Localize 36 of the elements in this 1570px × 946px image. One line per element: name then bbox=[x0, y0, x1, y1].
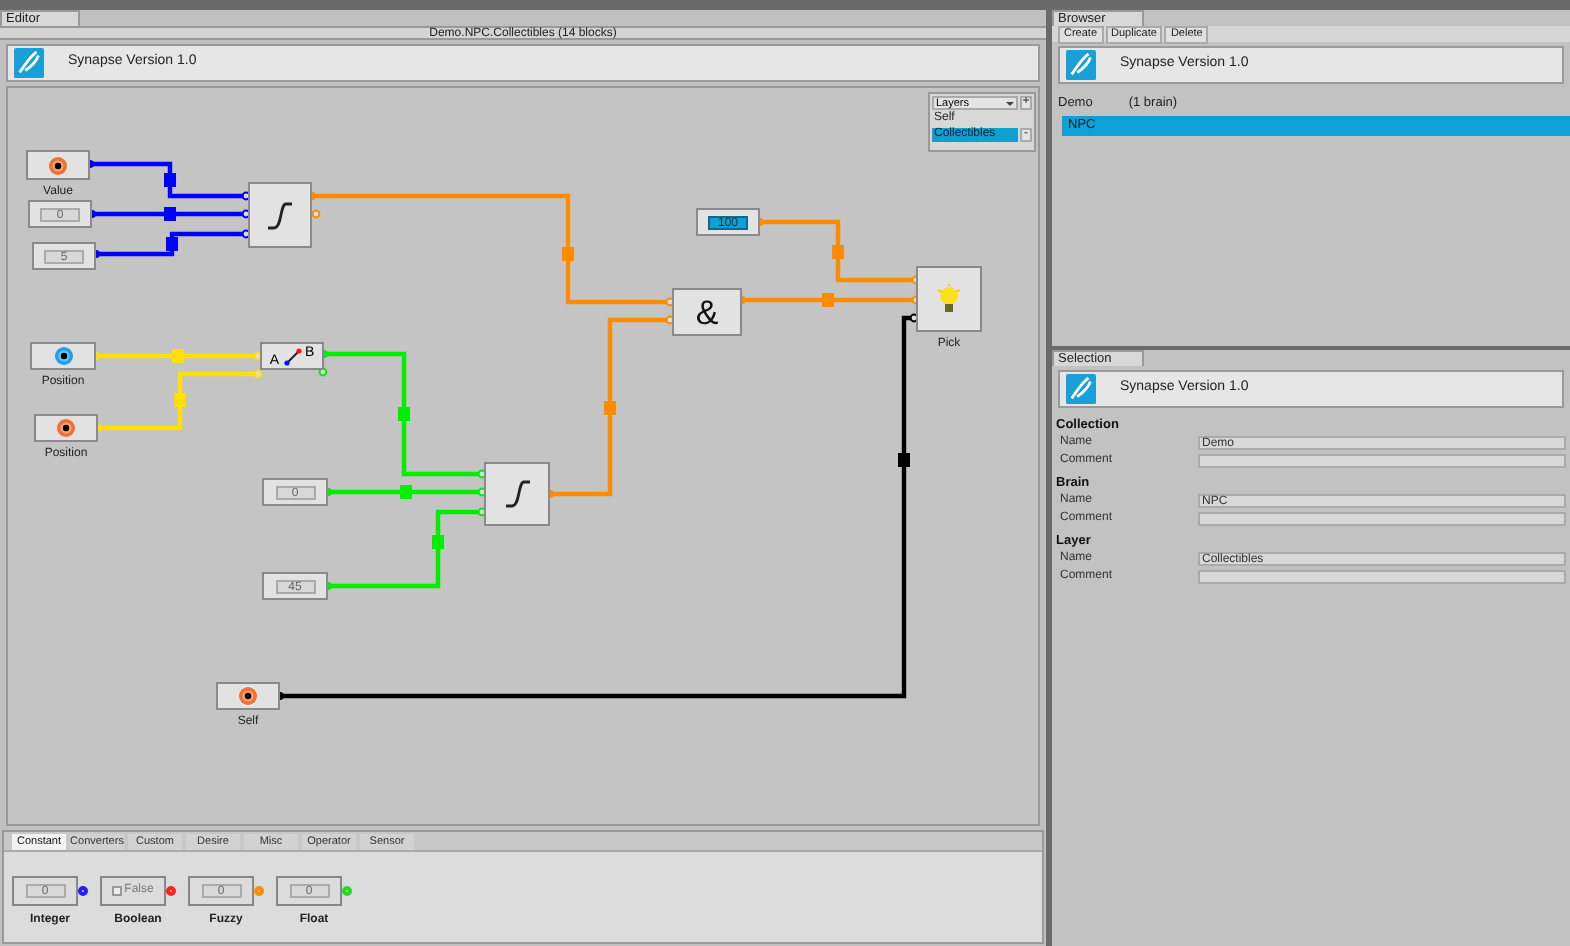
wire-handle[interactable] bbox=[172, 349, 184, 363]
wire-handle[interactable] bbox=[898, 453, 910, 467]
text-field[interactable] bbox=[1198, 454, 1566, 468]
wire-handle[interactable] bbox=[432, 535, 444, 549]
port[interactable] bbox=[311, 209, 321, 219]
wire-handle[interactable] bbox=[822, 293, 834, 307]
input-node[interactable] bbox=[34, 414, 98, 442]
logo-icon bbox=[1066, 374, 1096, 404]
curve-icon bbox=[266, 201, 294, 229]
input-node[interactable] bbox=[216, 682, 280, 710]
wire-handle[interactable] bbox=[562, 247, 574, 261]
text-field[interactable] bbox=[1198, 512, 1566, 526]
and-symbol: & bbox=[695, 295, 719, 329]
input-node[interactable] bbox=[26, 150, 90, 180]
caret-icon bbox=[1006, 98, 1014, 110]
wire-handle[interactable] bbox=[174, 393, 186, 407]
logo-icon bbox=[1066, 50, 1096, 80]
wire-handle[interactable] bbox=[398, 407, 410, 421]
text-field[interactable] bbox=[1198, 570, 1566, 584]
output-port[interactable] bbox=[78, 886, 88, 896]
input-node[interactable] bbox=[30, 342, 96, 370]
ramp-node[interactable] bbox=[248, 182, 312, 248]
ramp-node[interactable] bbox=[484, 462, 550, 526]
wire-handle[interactable] bbox=[164, 173, 176, 187]
lightbulb-icon bbox=[936, 283, 962, 315]
and-node[interactable]: & bbox=[672, 288, 742, 336]
logo-icon bbox=[14, 48, 44, 78]
wire-handle[interactable] bbox=[166, 237, 178, 251]
wire-handle[interactable] bbox=[400, 485, 412, 499]
output-port[interactable] bbox=[166, 886, 176, 896]
wire-handle[interactable] bbox=[164, 207, 176, 221]
wire-handle[interactable] bbox=[832, 245, 844, 259]
wire-handle[interactable] bbox=[604, 401, 616, 415]
light-node[interactable] bbox=[916, 266, 982, 332]
line-icon bbox=[283, 347, 301, 365]
curve-icon bbox=[503, 480, 531, 508]
